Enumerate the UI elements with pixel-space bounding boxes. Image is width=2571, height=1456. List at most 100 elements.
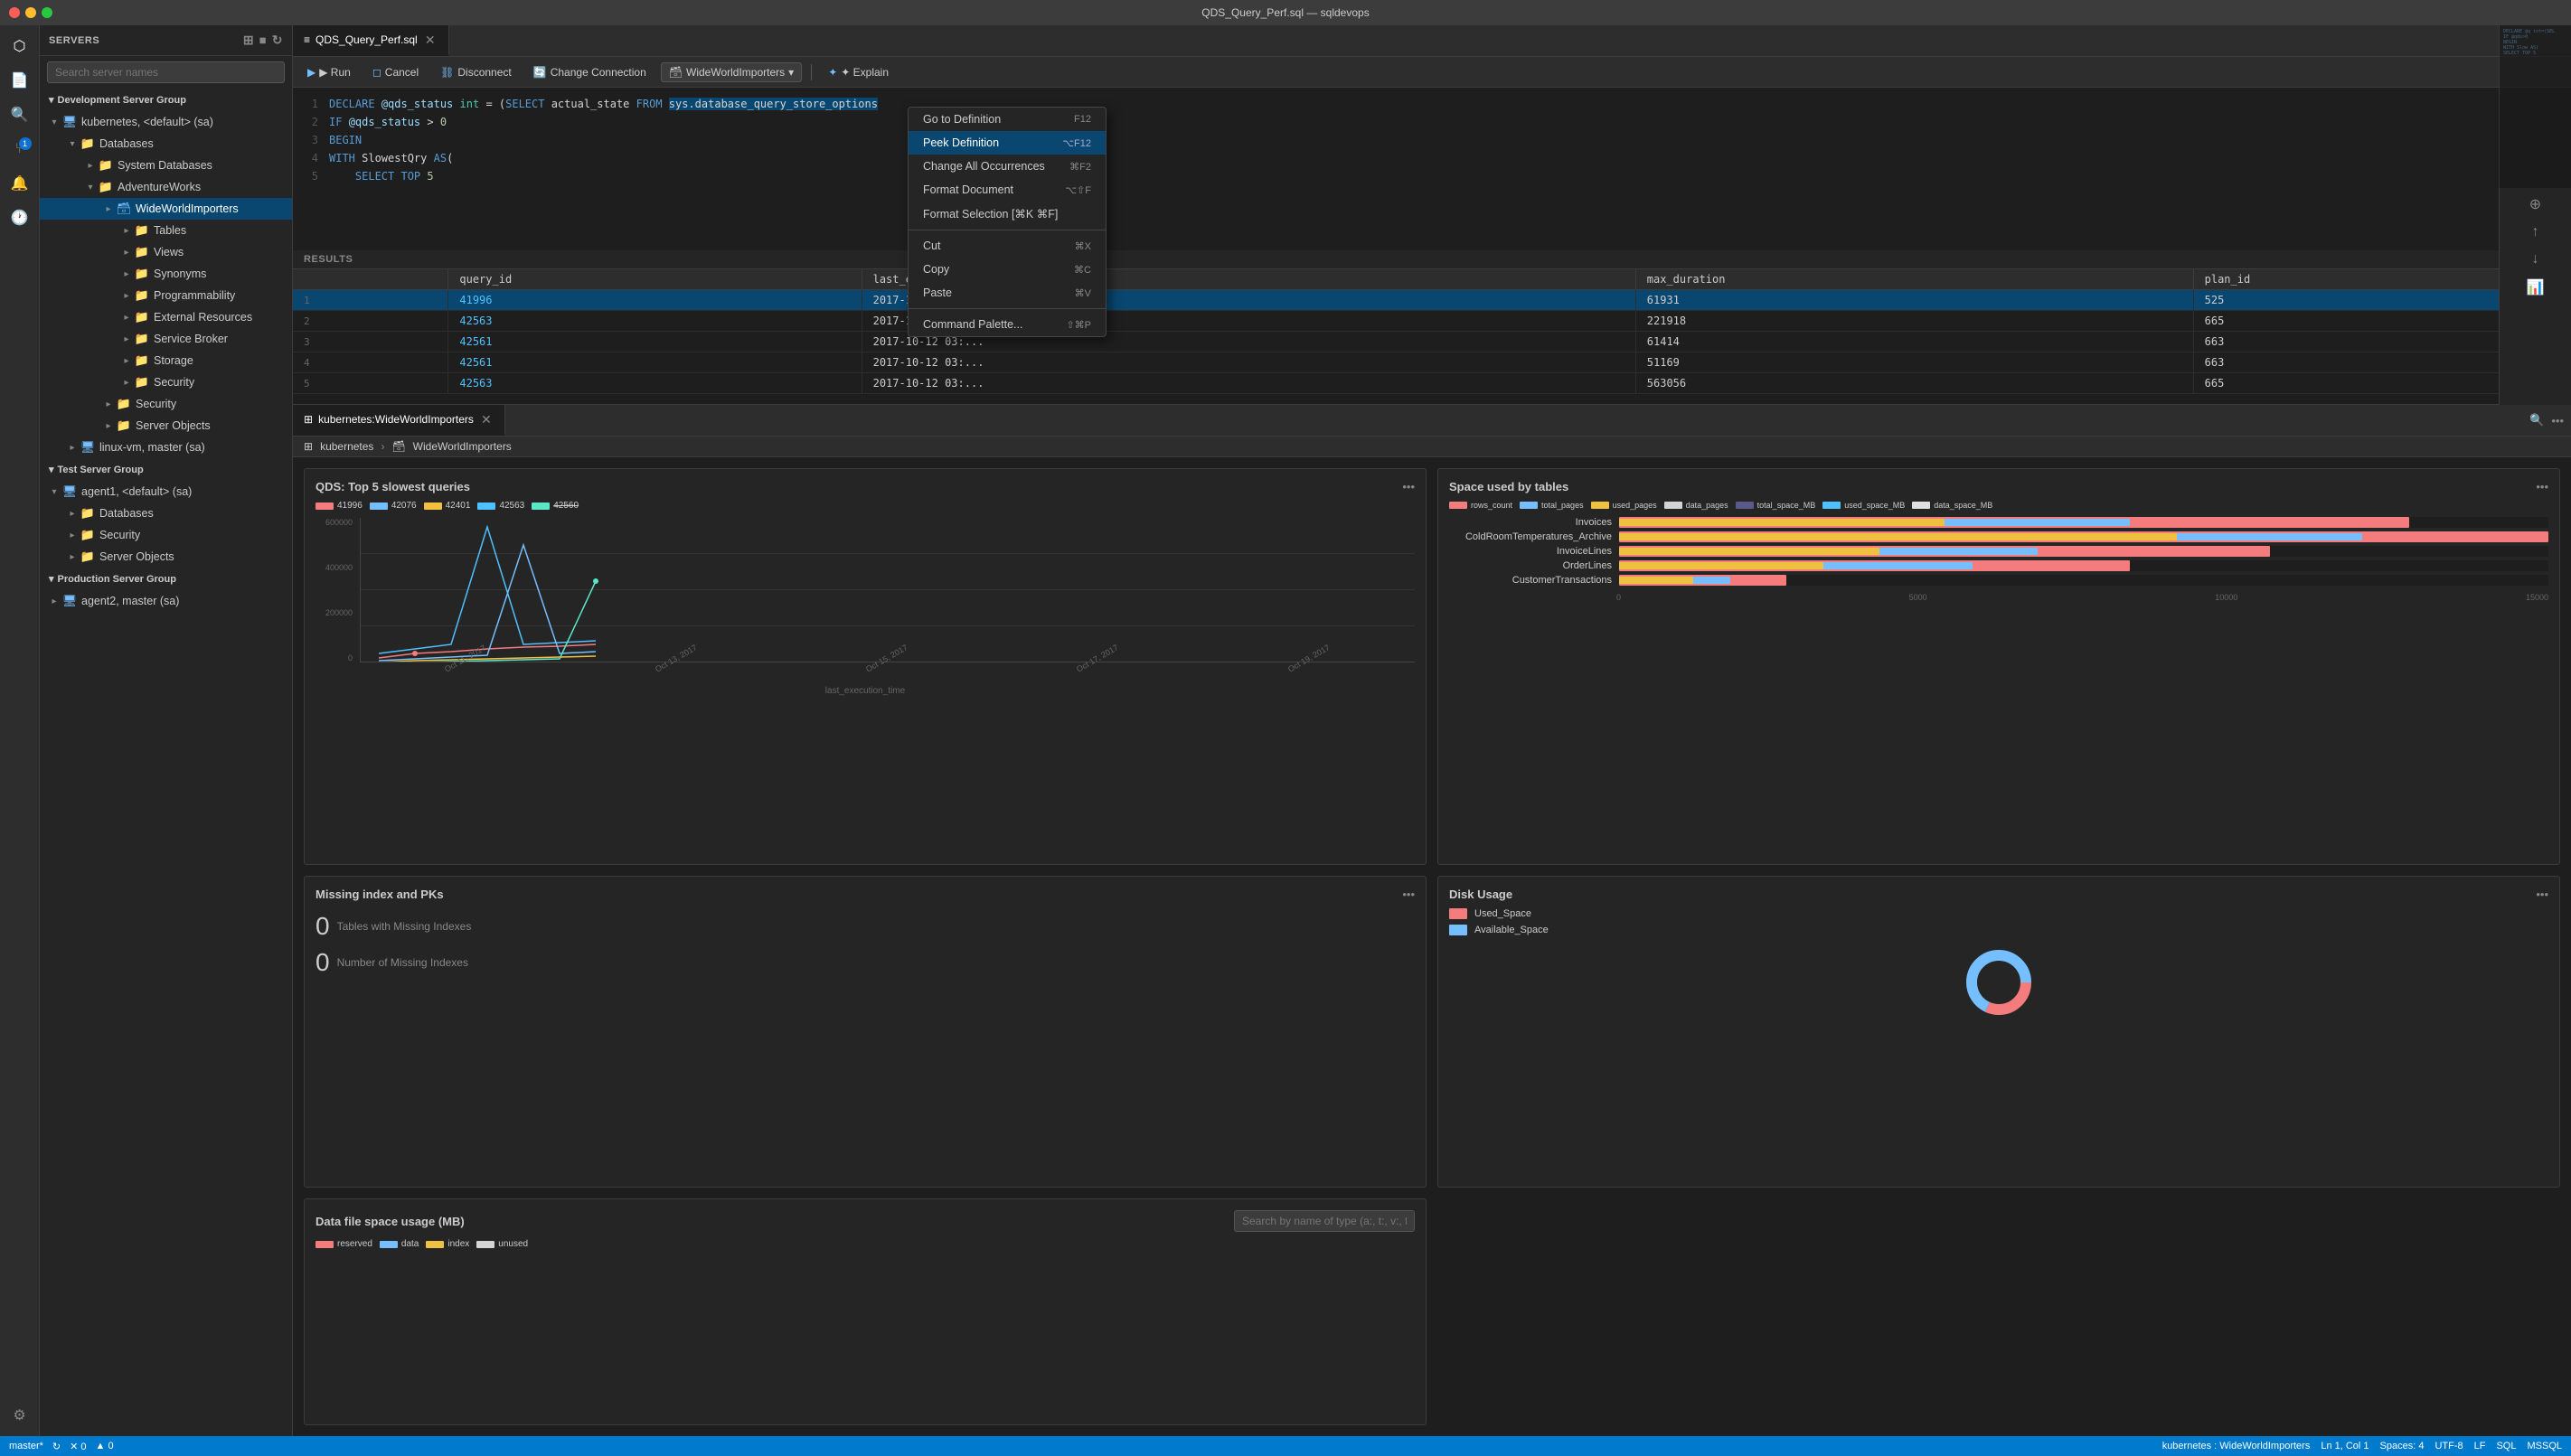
sidebar-item-system-databases[interactable]: ▸ 📁 System Databases [40, 155, 292, 176]
results-header: RESULTS [293, 250, 2571, 269]
down-arrow-icon[interactable]: ↓ [2532, 251, 2539, 268]
add-icon[interactable]: ⊕ [2529, 195, 2541, 213]
settings-icon[interactable]: ⚙ [6, 1402, 33, 1429]
server-search[interactable] [40, 56, 292, 89]
dashboard-area: ⊞ kubernetes:WideWorldImporters ✕ 🔍 ••• … [293, 405, 2571, 1436]
ctx-change-all[interactable]: Change All Occurrences ⌘F2 [909, 155, 1106, 178]
language-info[interactable]: SQL [2496, 1441, 2516, 1451]
warnings-indicator[interactable]: ▲ 0 [96, 1441, 114, 1451]
table-row[interactable]: 2 42563 2017-10-12 03:... 221918 665 [293, 311, 2571, 332]
folder-icon: 📁 [134, 352, 150, 369]
sidebar-item-kubernetes[interactable]: ▾ 🖥 kubernetes, <default> (sa) [40, 111, 292, 133]
sidebar-item-views[interactable]: ▸ 📁 Views [40, 241, 292, 263]
sync-icon[interactable]: ↻ [52, 1441, 61, 1452]
editor-line-3: 3 BEGIN [293, 131, 2571, 149]
sidebar-item-databases-agent1[interactable]: ▸ 📁 Databases [40, 503, 292, 524]
chart-icon[interactable]: 📊 [2527, 278, 2545, 296]
sidebar-item-linux-vm[interactable]: ▸ 🖥 linux-vm, master (sa) [40, 437, 292, 458]
sidebar-item-security-agent1[interactable]: ▸ 📁 Security [40, 524, 292, 546]
folder-icon: 📁 [116, 418, 132, 434]
run-button[interactable]: ▶ ▶ Run [300, 63, 358, 81]
sidebar-item-service-broker[interactable]: ▸ 📁 Service Broker [40, 328, 292, 350]
qds-legend: 41996 42076 42401 42563 42560 [315, 501, 1415, 511]
add-server-icon[interactable]: ⊞ [243, 33, 254, 48]
sidebar-item-storage[interactable]: ▸ 📁 Storage [40, 350, 292, 371]
search-icon[interactable]: 🔍 [2529, 413, 2544, 427]
code-editor[interactable]: 1 DECLARE @qds_status int = (SELECT actu… [293, 88, 2571, 250]
editor-line-5: 5 SELECT TOP 5 [293, 167, 2571, 185]
close-dot[interactable] [9, 7, 20, 18]
qds-card-menu[interactable]: ••• [1402, 480, 1415, 493]
ctx-cut[interactable]: Cut ⌘X [909, 234, 1106, 258]
branch-indicator[interactable]: master* [9, 1441, 43, 1451]
explorer-icon[interactable]: 📄 [6, 67, 33, 94]
chevron-down-icon: ▾ [47, 115, 61, 129]
sidebar-item-agent1[interactable]: ▾ 🖥 agent1, <default> (sa) [40, 481, 292, 503]
editor-toolbar: ▶ ▶ Run ◻ Cancel ⛓ Disconnect 🔄 Change C… [293, 57, 2571, 88]
sidebar-item-external-resources[interactable]: ▸ 📁 External Resources [40, 306, 292, 328]
explain-button[interactable]: ✦ ✦ Explain [821, 63, 896, 81]
ctx-command-palette[interactable]: Command Palette... ⇧⌘P [909, 313, 1106, 336]
change-connection-button[interactable]: 🔄 Change Connection [526, 63, 654, 81]
notification-icon[interactable]: 🔔 [6, 170, 33, 197]
sidebar-item-security-2[interactable]: ▸ 📁 Security [40, 393, 292, 415]
search-input[interactable] [47, 61, 285, 83]
ctx-format-selection[interactable]: Format Selection [⌘K ⌘F] [909, 202, 1106, 226]
disconnect-button[interactable]: ⛓ Disconnect [433, 63, 519, 81]
ctx-paste[interactable]: Paste ⌘V [909, 281, 1106, 305]
connection-dropdown[interactable]: 🗃 WideWorldImporters ▾ [661, 62, 802, 82]
servers-icon[interactable]: ⬡ [6, 33, 33, 60]
missing-card-menu[interactable]: ••• [1402, 888, 1415, 901]
group-production[interactable]: ▾ Production Server Group [40, 568, 292, 590]
sidebar-item-databases[interactable]: ▾ 📁 Databases [40, 133, 292, 155]
disk-card-menu[interactable]: ••• [2536, 888, 2548, 901]
sidebar-item-programmability[interactable]: ▸ 📁 Programmability [40, 285, 292, 306]
sidebar-item-adventureworks[interactable]: ▾ 📁 AdventureWorks [40, 176, 292, 198]
minimize-dot[interactable] [25, 7, 36, 18]
group-dev[interactable]: ▾ Development Server Group [40, 89, 292, 111]
qds-card-title: QDS: Top 5 slowest queries [315, 480, 470, 493]
sidebar-item-wideworldimporters[interactable]: ▸ 🗃 WideWorldImporters [40, 198, 292, 220]
history-icon[interactable]: 🕐 [6, 204, 33, 231]
sidebar-item-security-1[interactable]: ▸ 📁 Security [40, 371, 292, 393]
table-row[interactable]: 5 42563 2017-10-12 03:... 563056 665 [293, 373, 2571, 394]
dialect-info[interactable]: MSSQL [2527, 1441, 2562, 1451]
maximize-dot[interactable] [42, 7, 52, 18]
up-arrow-icon[interactable]: ↑ [2532, 224, 2539, 240]
sidebar-item-server-objects-agent1[interactable]: ▸ 📁 Server Objects [40, 546, 292, 568]
folder-icon: 📁 [134, 222, 150, 239]
ctx-copy[interactable]: Copy ⌘C [909, 258, 1106, 281]
ctx-go-to-definition[interactable]: Go to Definition F12 [909, 108, 1106, 131]
sidebar-item-server-objects-1[interactable]: ▸ 📁 Server Objects [40, 415, 292, 437]
cancel-button[interactable]: ◻ Cancel [365, 63, 426, 81]
qds-card: QDS: Top 5 slowest queries ••• 41996 420… [304, 468, 1427, 865]
disconnect-icon[interactable]: ⏹ [259, 33, 267, 48]
source-control-icon[interactable]: ⑂ 1 [6, 136, 33, 163]
chevron-right-icon: ▸ [119, 353, 134, 368]
table-row[interactable]: 4 42561 2017-10-12 03:... 51169 663 [293, 352, 2571, 373]
search-icon[interactable]: 🔍 [6, 101, 33, 128]
datafile-title: Data file space usage (MB) [315, 1215, 465, 1228]
folder-icon: 📁 [98, 157, 114, 174]
space-card-menu[interactable]: ••• [2536, 480, 2548, 493]
sidebar-item-agent2[interactable]: ▸ 🖥 agent2, master (sa) [40, 590, 292, 612]
table-row[interactable]: 3 42561 2017-10-12 03:... 61414 663 [293, 332, 2571, 352]
ctx-format-document[interactable]: Format Document ⌥⇧F [909, 178, 1106, 202]
group-test[interactable]: ▾ Test Server Group [40, 458, 292, 481]
ctx-peek-definition[interactable]: Peek Definition ⌥F12 [909, 131, 1106, 155]
close-tab-icon[interactable]: ✕ [479, 412, 494, 427]
datafile-search[interactable] [1234, 1210, 1415, 1232]
more-options-icon[interactable]: ••• [2551, 414, 2564, 427]
tab-qds-query[interactable]: ≡ QDS_Query_Perf.sql ✕ [293, 25, 449, 56]
refresh-icon[interactable]: ↻ [272, 33, 283, 48]
sidebar-item-tables[interactable]: ▸ 📁 Tables [40, 220, 292, 241]
close-tab-icon[interactable]: ✕ [423, 33, 438, 47]
sidebar-item-synonyms[interactable]: ▸ 📁 Synonyms [40, 263, 292, 285]
results-table-container[interactable]: query_id last_execution_... max_duration… [293, 269, 2571, 404]
sidebar: SERVERS ⊞ ⏹ ↻ ▾ Development Server Group… [40, 25, 293, 1436]
errors-indicator[interactable]: ✕ 0 [70, 1441, 86, 1452]
missing-stats: 0 Tables with Missing Indexes 0 Number o… [315, 908, 1415, 981]
chevron-right-icon: ▸ [65, 550, 80, 564]
tab-dashboard[interactable]: ⊞ kubernetes:WideWorldImporters ✕ [293, 405, 505, 436]
table-row[interactable]: 1 41996 2017-10-11 10:... 61931 525 [293, 290, 2571, 311]
